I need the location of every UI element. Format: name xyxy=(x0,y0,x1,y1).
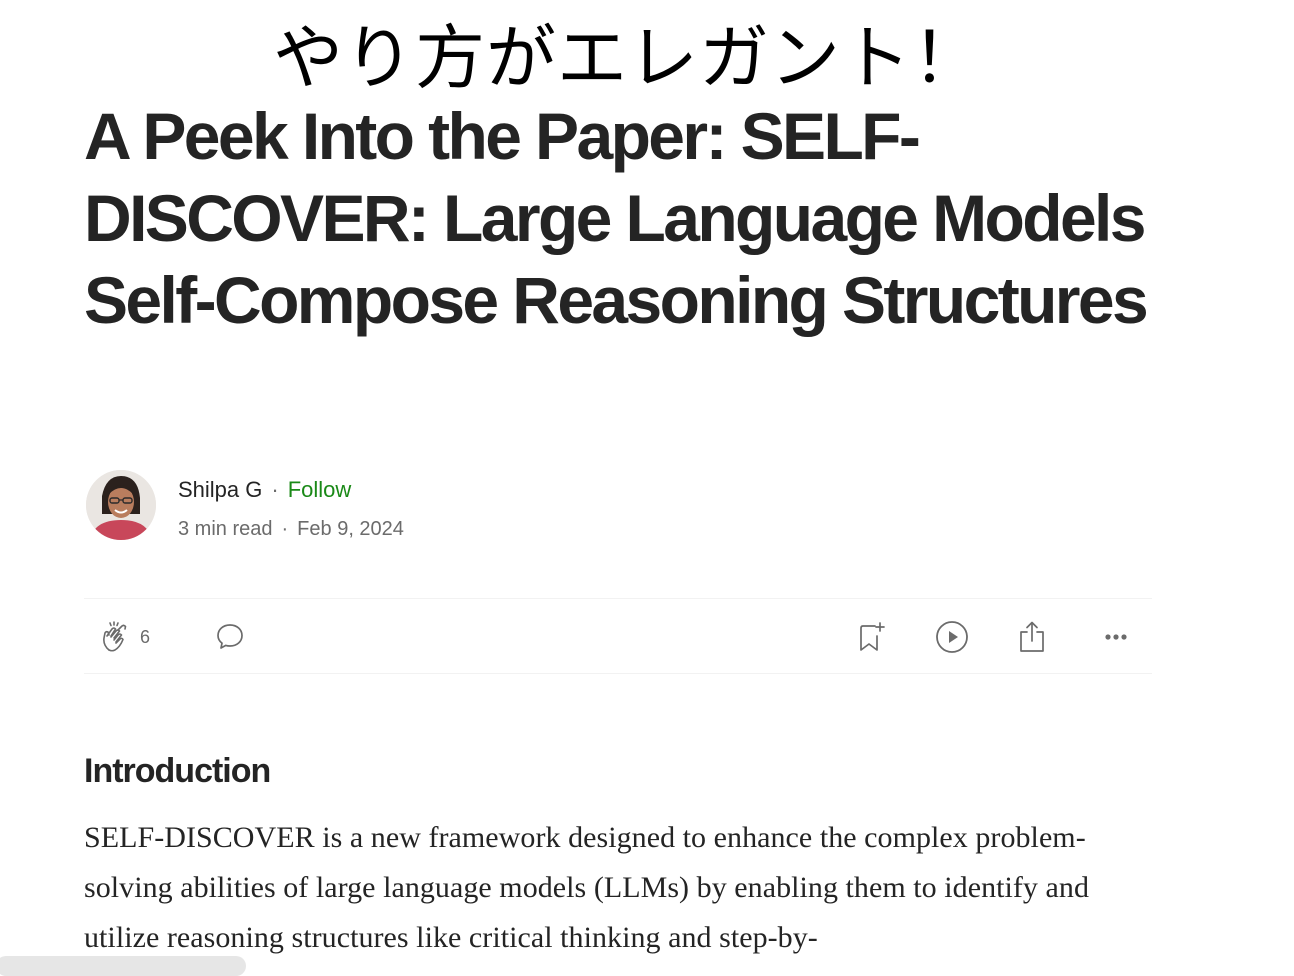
responses-button[interactable] xyxy=(214,619,246,655)
more-button[interactable] xyxy=(1100,619,1132,655)
avatar-photo-icon xyxy=(86,470,156,540)
action-bar: 6 xyxy=(84,598,1152,674)
listen-button[interactable] xyxy=(934,619,970,655)
author-name[interactable]: Shilpa G xyxy=(178,477,262,502)
overlay-caption: やり方がエレガント！ xyxy=(273,17,983,99)
speech-bubble-icon xyxy=(217,624,243,649)
meta-separator: · xyxy=(281,518,289,540)
clap-icon xyxy=(103,621,127,652)
horizontal-scrollbar[interactable] xyxy=(0,956,246,976)
section-heading: Introduction xyxy=(84,752,271,790)
author-row: Shilpa G · Follow xyxy=(178,476,351,504)
more-dots-icon xyxy=(1105,634,1127,640)
byline: Shilpa G · Follow 3 min read · Feb 9, 2024 xyxy=(84,470,684,542)
share-icon xyxy=(1020,621,1044,652)
article: A Peek Into the Paper: SELF-DISCOVER: La… xyxy=(84,95,1154,954)
save-button[interactable] xyxy=(856,619,888,655)
share-button[interactable] xyxy=(1016,619,1048,655)
clap-button[interactable]: 6 xyxy=(98,619,150,655)
read-time: 3 min read xyxy=(178,518,273,540)
publish-date: Feb 9, 2024 xyxy=(297,518,404,540)
play-circle-icon xyxy=(936,621,968,653)
author-separator: · xyxy=(271,477,279,502)
article-title: A Peek Into the Paper: SELF-DISCOVER: La… xyxy=(84,99,1149,337)
clap-count: 6 xyxy=(140,626,151,647)
author-avatar[interactable] xyxy=(86,470,156,540)
meta-row: 3 min read · Feb 9, 2024 xyxy=(178,516,404,542)
follow-button[interactable]: Follow xyxy=(288,477,352,502)
bookmark-add-icon xyxy=(860,622,885,651)
body-paragraph: SELF-DISCOVER is a new framework designe… xyxy=(84,821,1089,954)
